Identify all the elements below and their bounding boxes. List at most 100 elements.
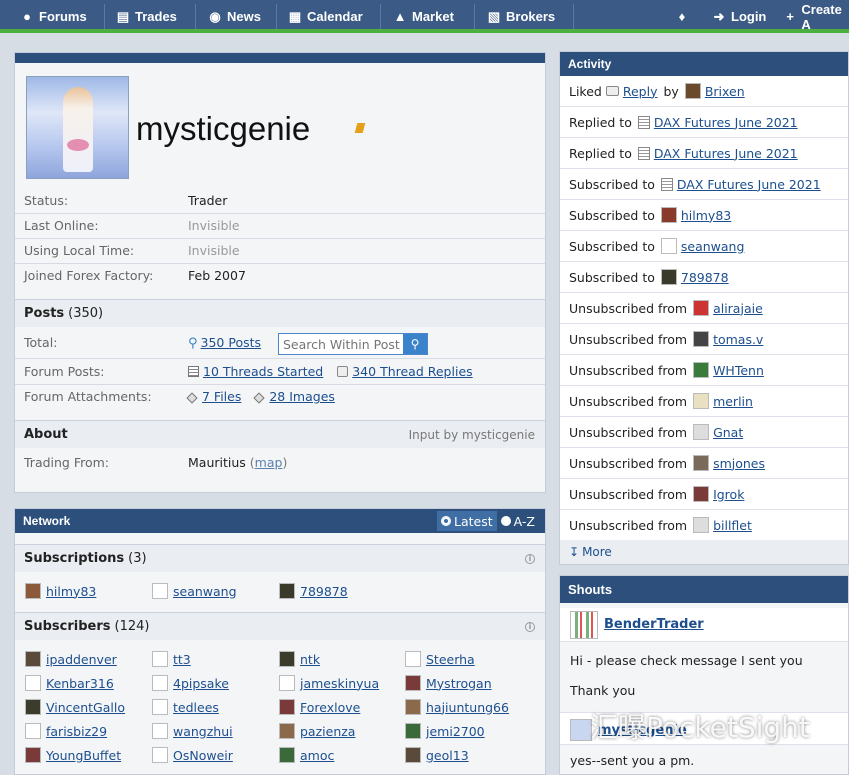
activity-more-link[interactable]: ↧ More [560, 540, 848, 564]
info-icon[interactable]: i [525, 621, 535, 632]
username-link[interactable]: Mystrogan [426, 676, 492, 691]
sort-az-radio[interactable]: A-Z [497, 511, 539, 531]
subscriber-user[interactable]: tt3 [152, 650, 191, 668]
subscriber-user[interactable]: jameskinyua [279, 674, 379, 692]
username-link[interactable]: OsNoweir [173, 748, 233, 763]
activity-target-link[interactable]: smjones [713, 456, 765, 471]
username-link[interactable]: geol13 [426, 748, 469, 763]
trading-from-value: Mauritius [188, 455, 246, 470]
subscriber-user[interactable]: Steerha [405, 650, 475, 668]
sort-latest-radio[interactable]: Latest [437, 511, 497, 531]
activity-target-link[interactable]: tomas.v [713, 332, 763, 347]
nav-market[interactable]: ▲ Market [392, 0, 454, 33]
total-posts-link[interactable]: 350 Posts [201, 335, 262, 350]
subscriber-user[interactable]: ntk [279, 650, 320, 668]
login-link[interactable]: ➜ Login [711, 0, 767, 33]
subscriber-user[interactable]: VincentGallo [25, 698, 125, 716]
username-link[interactable]: ntk [300, 652, 320, 667]
activity-target-link[interactable]: DAX Futures June 2021 [654, 146, 798, 161]
activity-target-link[interactable]: WHTenn [713, 363, 764, 378]
activity-target-link[interactable]: alirajaie [713, 301, 763, 316]
subscription-user[interactable]: hilmy83 [25, 582, 96, 600]
activity-target-link[interactable]: Igrok [713, 487, 744, 502]
subscriber-user[interactable]: amoc [279, 746, 334, 764]
username-link[interactable]: YoungBuffet [46, 748, 121, 763]
threads-started-link[interactable]: 10 Threads Started [203, 364, 323, 379]
activity-target-link[interactable]: DAX Futures June 2021 [677, 177, 821, 192]
username-link[interactable]: jameskinyua [300, 676, 379, 691]
search-input[interactable] [279, 334, 403, 354]
search-button[interactable]: ⚲ [403, 334, 427, 354]
username-link[interactable]: tt3 [173, 652, 191, 667]
username-link[interactable]: 789878 [300, 584, 348, 599]
subscriber-user[interactable]: wangzhui [152, 722, 233, 740]
activity-target-link[interactable]: seanwang [681, 239, 745, 254]
nav-news[interactable]: ◉ News [207, 0, 261, 33]
activity-target-link[interactable]: DAX Futures June 2021 [654, 115, 798, 130]
subscriber-user[interactable]: pazienza [279, 722, 355, 740]
subscriber-user[interactable]: geol13 [405, 746, 469, 764]
nav-forums[interactable]: ● Forums [19, 0, 87, 33]
subscriber-user[interactable]: ipaddenver [25, 650, 117, 668]
user-avatar-icon [693, 517, 710, 533]
info-icon[interactable]: i [525, 553, 535, 564]
avatar [279, 747, 295, 763]
user-avatar-icon [693, 331, 710, 347]
subscriber-user[interactable]: Mystrogan [405, 674, 492, 692]
reply-link[interactable]: Reply [623, 84, 658, 99]
field-label: Total: [24, 335, 58, 350]
username-link[interactable]: seanwang [173, 584, 237, 599]
map-link[interactable]: map [255, 455, 283, 470]
subscriber-user[interactable]: YoungBuffet [25, 746, 121, 764]
username-link[interactable]: tedlees [173, 700, 219, 715]
nav-brokers[interactable]: ▧ Brokers [486, 0, 555, 33]
thread-replies-link[interactable]: 340 Thread Replies [352, 364, 472, 379]
subscriber-user[interactable]: 4pipsake [152, 674, 229, 692]
username-link[interactable]: hajiuntung66 [426, 700, 509, 715]
activity-target-link[interactable]: billflet [713, 518, 752, 533]
activity-target-link[interactable]: Gnat [713, 425, 743, 440]
create-account-link[interactable]: + Create A [783, 0, 849, 33]
subscriber-user[interactable]: OsNoweir [152, 746, 233, 764]
username-link[interactable]: jemi2700 [426, 724, 485, 739]
notifications-bell[interactable]: ♦ [674, 0, 694, 33]
activity-row: Unsubscribed from Igrok [560, 479, 848, 510]
username-link[interactable]: VincentGallo [46, 700, 125, 715]
trader-badge-icon [354, 123, 366, 133]
subscriber-user[interactable]: tedlees [152, 698, 219, 716]
username-link[interactable]: Kenbar316 [46, 676, 114, 691]
subscriber-user[interactable]: jemi2700 [405, 722, 485, 740]
avatar [279, 699, 295, 715]
subscription-user[interactable]: seanwang [152, 582, 237, 600]
username-link[interactable]: wangzhui [173, 724, 233, 739]
username-link[interactable]: ipaddenver [46, 652, 117, 667]
images-link[interactable]: 28 Images [269, 389, 335, 404]
activity-target-link[interactable]: Brixen [705, 84, 745, 99]
username-link[interactable]: hilmy83 [46, 584, 96, 599]
subscription-user[interactable]: 789878 [279, 582, 348, 600]
shout-author-link[interactable]: BenderTrader [604, 617, 704, 632]
subscriber-user[interactable]: Forexlove [279, 698, 360, 716]
username-link[interactable]: 4pipsake [173, 676, 229, 691]
nav-trades[interactable]: ▤ Trades [115, 0, 177, 33]
activity-target-link[interactable]: hilmy83 [681, 208, 731, 223]
subscriber-user[interactable]: farisbiz29 [25, 722, 107, 740]
avatar [570, 719, 592, 741]
nav-calendar[interactable]: ▦ Calendar [287, 0, 363, 33]
field-value: Invisible [188, 218, 240, 233]
activity-verb: Unsubscribed from [569, 331, 688, 347]
thread-icon [188, 366, 199, 377]
username-link[interactable]: farisbiz29 [46, 724, 107, 739]
avatar [25, 747, 41, 763]
subscriber-user[interactable]: Kenbar316 [25, 674, 114, 692]
activity-header: Activity [560, 52, 848, 76]
username-link[interactable]: amoc [300, 748, 334, 763]
files-link[interactable]: 7 Files [202, 389, 241, 404]
username-link[interactable]: pazienza [300, 724, 355, 739]
market-chart-icon: ▲ [393, 9, 407, 24]
activity-target-link[interactable]: merlin [713, 394, 753, 409]
activity-target-link[interactable]: 789878 [681, 270, 729, 285]
username-link[interactable]: Steerha [426, 652, 475, 667]
username-link[interactable]: Forexlove [300, 700, 360, 715]
subscriber-user[interactable]: hajiuntung66 [405, 698, 509, 716]
